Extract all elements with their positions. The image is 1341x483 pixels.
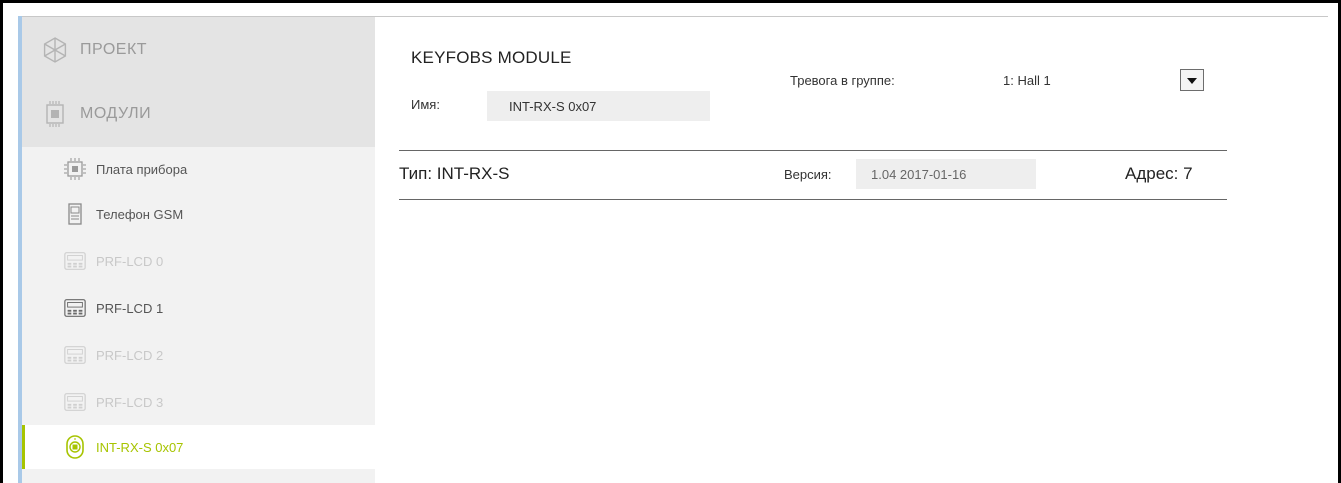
divider (399, 150, 1227, 151)
alarm-group-dropdown-button[interactable] (1180, 69, 1204, 91)
sidebar-item-board[interactable]: Плата прибора (22, 147, 375, 191)
module-panel: KEYFOBS MODULE Имя: Тревога в группе: 1:… (375, 17, 1328, 483)
modules-icon (40, 99, 70, 129)
sidebar-item-prf-lcd-3[interactable]: PRF-LCD 3 (22, 380, 375, 424)
sidebar-item-label: PRF-LCD 2 (96, 347, 164, 363)
sidebar-item-label: Телефон GSM (96, 206, 184, 222)
name-label: Имя: (411, 97, 440, 112)
name-field[interactable] (487, 91, 710, 121)
sidebar: ПРОЕКТ МОДУЛИ Плата прибора Телефон GSM … (22, 17, 375, 483)
sidebar-edge (18, 16, 22, 483)
sidebar-item-prf-lcd-1[interactable]: PRF-LCD 1 (22, 286, 375, 330)
board-icon (63, 157, 87, 181)
keyfob-icon (63, 435, 87, 459)
keypad-icon (63, 390, 87, 414)
version-label: Версия: (784, 167, 832, 182)
keypad-icon (63, 296, 87, 320)
phone-icon (63, 202, 87, 226)
sidebar-item-prf-lcd-2[interactable]: PRF-LCD 2 (22, 333, 375, 377)
sidebar-item-gsm[interactable]: Телефон GSM (22, 192, 375, 236)
chevron-down-icon (1187, 71, 1197, 89)
alarm-group-value[interactable]: 1: Hall 1 (1003, 73, 1051, 88)
keypad-icon (63, 249, 87, 273)
project-icon (40, 35, 70, 65)
sidebar-item-label: PRF-LCD 0 (96, 253, 164, 269)
alarm-group-label: Тревога в группе: (790, 73, 895, 88)
sidebar-item-int-rx-s[interactable]: INT-RX-S 0x07 (22, 425, 375, 469)
sidebar-item-label: INT-RX-S 0x07 (96, 439, 184, 455)
sidebar-section-project[interactable]: ПРОЕКТ (22, 21, 375, 79)
type-label: Тип: INT-RX-S (399, 164, 510, 183)
version-field (856, 159, 1036, 189)
sidebar-item-label: PRF-LCD 1 (96, 300, 164, 316)
keypad-icon (63, 343, 87, 367)
module-title: KEYFOBS MODULE (411, 48, 572, 67)
address-label: Адрес: 7 (1125, 164, 1193, 183)
sidebar-item-prf-lcd-0[interactable]: PRF-LCD 0 (22, 239, 375, 283)
sidebar-section-modules[interactable]: МОДУЛИ (22, 85, 375, 143)
sidebar-item-label: Плата прибора (96, 161, 188, 177)
divider (399, 199, 1227, 200)
sidebar-item-label: PRF-LCD 3 (96, 394, 164, 410)
sidebar-section-label: ПРОЕКТ (80, 41, 148, 58)
sidebar-section-label: МОДУЛИ (80, 105, 152, 122)
